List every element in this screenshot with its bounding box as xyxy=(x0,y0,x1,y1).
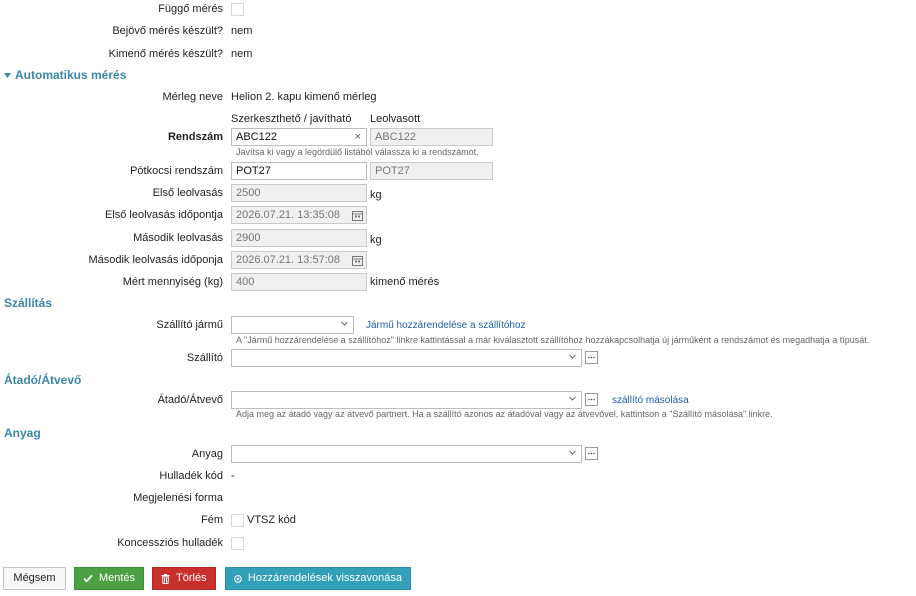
first-read-field: 2500 xyxy=(231,184,367,202)
material-section-title: Anyag xyxy=(4,426,41,440)
cancel-button-label: Mégsem xyxy=(13,572,56,584)
waste-code-value: - xyxy=(231,470,235,482)
material-select[interactable] xyxy=(231,445,582,463)
transport-section-title: Szállítás xyxy=(4,296,53,310)
plate-input[interactable]: ABC122 × xyxy=(231,128,367,146)
inbound-value: nem xyxy=(231,25,253,37)
first-time-value: 2026.07.21. 13:35:08 xyxy=(236,209,340,221)
metal-label: Fém xyxy=(201,514,223,526)
plate-read-value: ABC122 xyxy=(375,131,416,143)
more-icon xyxy=(588,356,595,359)
handover-hint: Adja meg az átadó vagy az átvevő partner… xyxy=(236,409,773,419)
clear-icon[interactable]: × xyxy=(355,131,361,143)
outbound-value: nem xyxy=(231,48,253,60)
handover-section-title: Átadó/Átvevő xyxy=(4,373,82,387)
calendar-icon[interactable] xyxy=(352,255,363,266)
inbound-label: Bejövő mérés készült? xyxy=(112,25,223,37)
material-label: Anyag xyxy=(191,448,223,460)
chevron-down-icon xyxy=(569,450,576,455)
plate-input-value: ABC122 xyxy=(236,131,277,143)
outbound-label: Kimenő mérés készült? xyxy=(108,48,223,60)
plate-label: Rendszám xyxy=(167,131,223,143)
plate-hint: Javítsa ki vagy a legördülő listából vál… xyxy=(236,147,479,157)
pending-checkbox[interactable] xyxy=(231,3,244,16)
concession-label: Koncessziós hulladék xyxy=(117,537,223,549)
auto-section-header[interactable]: Automatikus mérés xyxy=(4,68,126,82)
vehicle-hint: A "Jármű hozzárendelése a szállítóhoz" l… xyxy=(236,335,870,345)
second-read-label: Második leolvasás xyxy=(133,232,223,244)
delete-button-label: Törlés xyxy=(176,572,207,584)
trash-icon xyxy=(161,573,170,584)
col-editable-header: Szerkeszthető / javítható xyxy=(231,113,352,125)
scale-value: Helion 2. kapu kimenő mérleg xyxy=(231,91,377,103)
chevron-down-icon xyxy=(569,354,576,359)
pending-label: Függő mérés xyxy=(158,3,223,15)
check-icon xyxy=(83,574,93,583)
first-read-value: 2500 xyxy=(236,187,261,199)
vehicle-label: Szállító jármű xyxy=(156,319,223,331)
first-read-label: Első leolvasás xyxy=(152,187,223,199)
metal-checkbox[interactable] xyxy=(231,514,244,527)
save-button-label: Mentés xyxy=(98,572,135,584)
first-read-unit: kg xyxy=(370,189,382,201)
material-browse-button[interactable] xyxy=(585,447,598,460)
plate-read-field: ABC122 xyxy=(370,128,493,146)
save-button[interactable]: Mentés xyxy=(74,567,144,590)
col-read-header: Leolvasott xyxy=(370,113,421,125)
qty-label: Mért mennyiség (kg) xyxy=(122,276,223,288)
second-time-label: Második leolvasás időponja xyxy=(88,254,223,266)
chevron-down-icon xyxy=(341,321,348,326)
party-browse-button[interactable] xyxy=(585,393,598,406)
party-select[interactable] xyxy=(231,391,582,409)
second-time-field: 2026.07.21. 13:57:08 xyxy=(231,251,367,269)
chevron-down-icon xyxy=(569,396,576,401)
trailer-label: Pótkocsi rendszám xyxy=(130,165,223,177)
qty-suffix: kimenő mérés xyxy=(370,276,440,288)
vtsz-label: VTSZ kód xyxy=(247,514,296,526)
second-read-value: 2900 xyxy=(236,232,261,244)
vehicle-select[interactable] xyxy=(231,316,354,334)
concession-checkbox[interactable] xyxy=(231,537,244,550)
second-read-unit: kg xyxy=(370,234,382,246)
assign-vehicle-link[interactable]: Jármű hozzárendelése a szállítóhoz xyxy=(366,320,526,331)
party-label: Átadó/Átvevő xyxy=(157,394,223,406)
trailer-input-value: POT27 xyxy=(236,165,271,177)
qty-value: 400 xyxy=(236,276,255,288)
trailer-read-value: POT27 xyxy=(375,165,410,177)
first-time-field: 2026.07.21. 13:35:08 xyxy=(231,206,367,224)
waste-code-label: Hulladék kód xyxy=(159,470,223,482)
second-read-field: 2900 xyxy=(231,229,367,247)
trailer-read-field: POT27 xyxy=(370,162,493,180)
scale-label: Mérleg neve xyxy=(162,91,223,103)
carrier-select[interactable] xyxy=(231,349,582,367)
cancel-button[interactable]: Mégsem xyxy=(3,567,66,590)
more-icon xyxy=(588,398,595,401)
revoke-assignments-button[interactable]: Hozzárendelések visszavonása xyxy=(225,567,411,590)
auto-section-title: Automatikus mérés xyxy=(15,68,127,82)
circle-x-icon xyxy=(234,574,242,583)
delete-button[interactable]: Törlés xyxy=(152,567,216,590)
revoke-button-label: Hozzárendelések visszavonása xyxy=(247,572,402,584)
trailer-input[interactable]: POT27 xyxy=(231,162,367,180)
second-time-value: 2026.07.21. 13:57:08 xyxy=(236,254,340,266)
carrier-browse-button[interactable] xyxy=(585,351,598,364)
copy-carrier-link[interactable]: szállító másolása xyxy=(612,395,689,406)
qty-field: 400 xyxy=(231,273,367,291)
calendar-icon[interactable] xyxy=(352,210,363,221)
more-icon xyxy=(588,452,595,455)
display-form-label: Megjelenési forma xyxy=(133,492,223,504)
caret-down-icon xyxy=(4,72,11,78)
carrier-label: Szállító xyxy=(186,352,223,364)
first-time-label: Első leolvasás időpontja xyxy=(104,209,223,221)
